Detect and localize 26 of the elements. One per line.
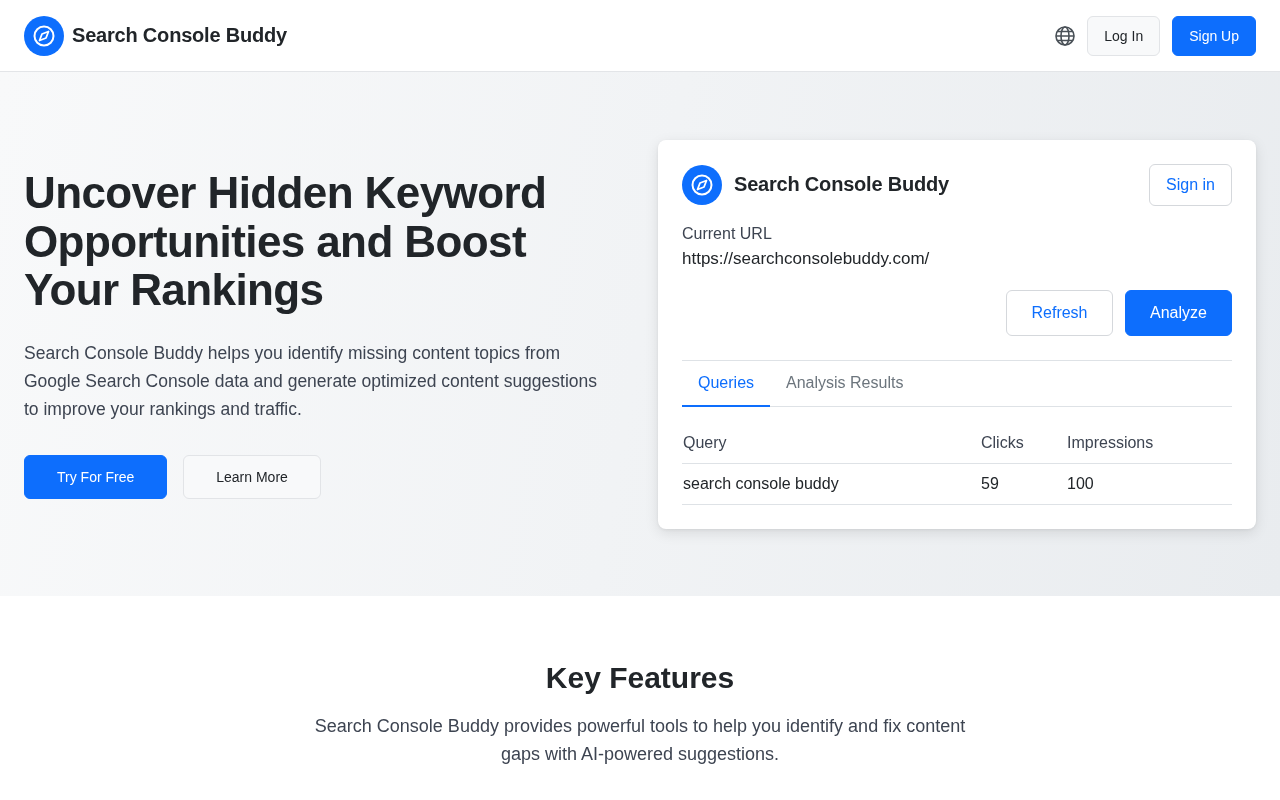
- refresh-button[interactable]: Refresh: [1006, 289, 1113, 336]
- panel-title: Search Console Buddy: [734, 173, 949, 196]
- compass-logo-icon: [682, 164, 722, 205]
- table-cell: search console buddy: [682, 463, 980, 504]
- hero-headline: Uncover Hidden Keyword Opportunities and Boost Your Rankings: [24, 169, 548, 315]
- hero-description: Search Console Buddy helps you identify missing content topics from Google Search Console data and generate optimized content suggestions to improve your rankings and traffic.: [24, 341, 599, 421]
- current-url: https://searchconsolebuddy.com/: [682, 247, 931, 270]
- sign-up-button[interactable]: Sign Up: [1172, 15, 1256, 56]
- log-in-button[interactable]: Log In: [1087, 15, 1161, 56]
- tab[interactable]: Analysis Results: [770, 360, 920, 407]
- learn-more-button[interactable]: Learn More: [183, 454, 321, 499]
- tab[interactable]: Queries: [682, 360, 771, 407]
- table-header-cell: Impressions: [1066, 422, 1232, 463]
- analyze-button[interactable]: Analyze: [1125, 289, 1232, 336]
- section-heading: Key Features: [544, 660, 736, 696]
- compass-logo-icon: [24, 15, 64, 56]
- table-header-cell: Query: [682, 422, 980, 463]
- try-for-free-button[interactable]: Try For Free: [24, 454, 168, 499]
- table-header-cell: Clicks: [980, 422, 1066, 463]
- table-cell: 100: [1066, 463, 1232, 504]
- brand-name: Search Console Buddy: [72, 24, 287, 47]
- section-description: Search Console Buddy provides powerful tools to help you identify and fix content gaps with AI-powered suggestions.: [313, 715, 967, 766]
- sign-in-button[interactable]: Sign in: [1149, 163, 1232, 206]
- table-cell: 59: [980, 463, 1066, 504]
- globe-icon[interactable]: [1055, 25, 1076, 46]
- url-label: Current URL: [682, 223, 773, 244]
